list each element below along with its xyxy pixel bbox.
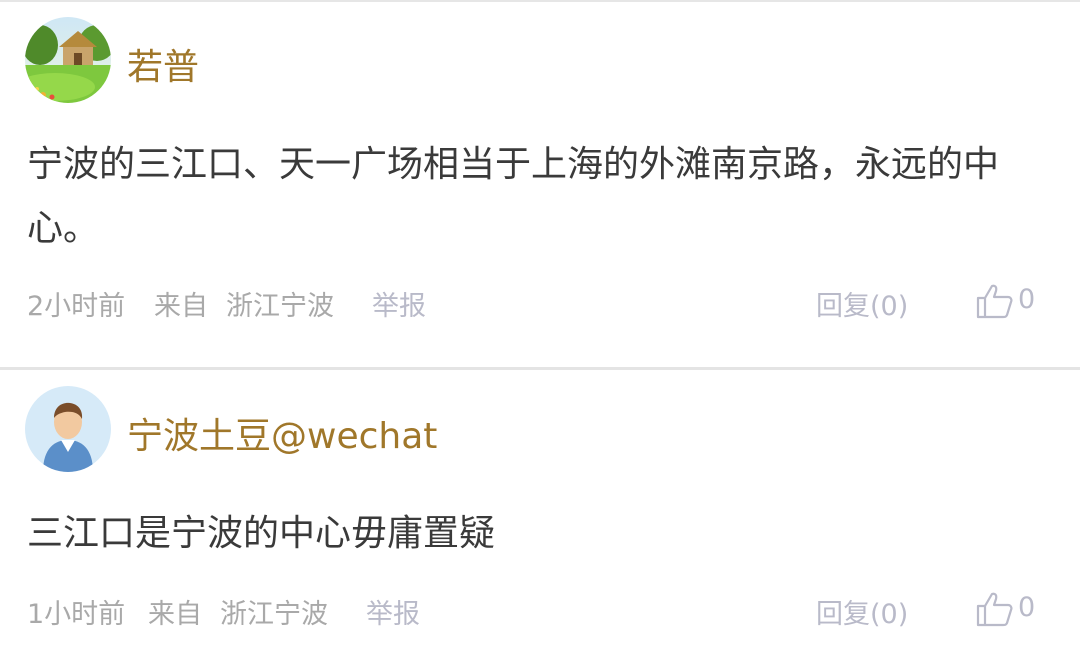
source-location: 浙江宁波 — [226, 291, 334, 322]
comment-text: 宁波的三江口、天一广场相当于上海的外滩南京路，永远的中心。 — [27, 144, 1000, 249]
source-location: 浙江宁波 — [220, 599, 328, 630]
like-count: 0 — [1018, 284, 1036, 315]
reply-button[interactable]: 回复(0) — [816, 284, 908, 323]
like-count: 0 — [1018, 592, 1036, 623]
reply-button[interactable]: 回复(0) — [816, 592, 908, 631]
comment-time: 1小时前 — [27, 599, 126, 630]
source-prefix: 来自 — [148, 599, 202, 630]
comment-time: 2小时前 — [27, 291, 126, 322]
comment-text: 三江口是宁波的中心毋庸置疑 — [27, 513, 496, 554]
comment-divider — [0, 367, 1080, 370]
top-divider — [0, 0, 1080, 2]
username[interactable]: 若普 — [127, 38, 199, 90]
report-link[interactable]: 举报 — [366, 592, 420, 631]
source-prefix: 来自 — [154, 291, 208, 322]
thumbs-up-icon — [976, 592, 1013, 627]
default-user-avatar-icon — [25, 386, 111, 472]
cottage-landscape-avatar-icon — [25, 17, 111, 103]
user-avatar[interactable] — [25, 17, 111, 103]
like-button[interactable]: 0 — [976, 589, 1046, 629]
thumbs-up-icon — [976, 284, 1013, 319]
username[interactable]: 宁波土豆@wechat — [127, 407, 437, 459]
user-avatar[interactable] — [25, 386, 111, 472]
report-link[interactable]: 举报 — [372, 284, 426, 323]
like-button[interactable]: 0 — [976, 281, 1046, 321]
